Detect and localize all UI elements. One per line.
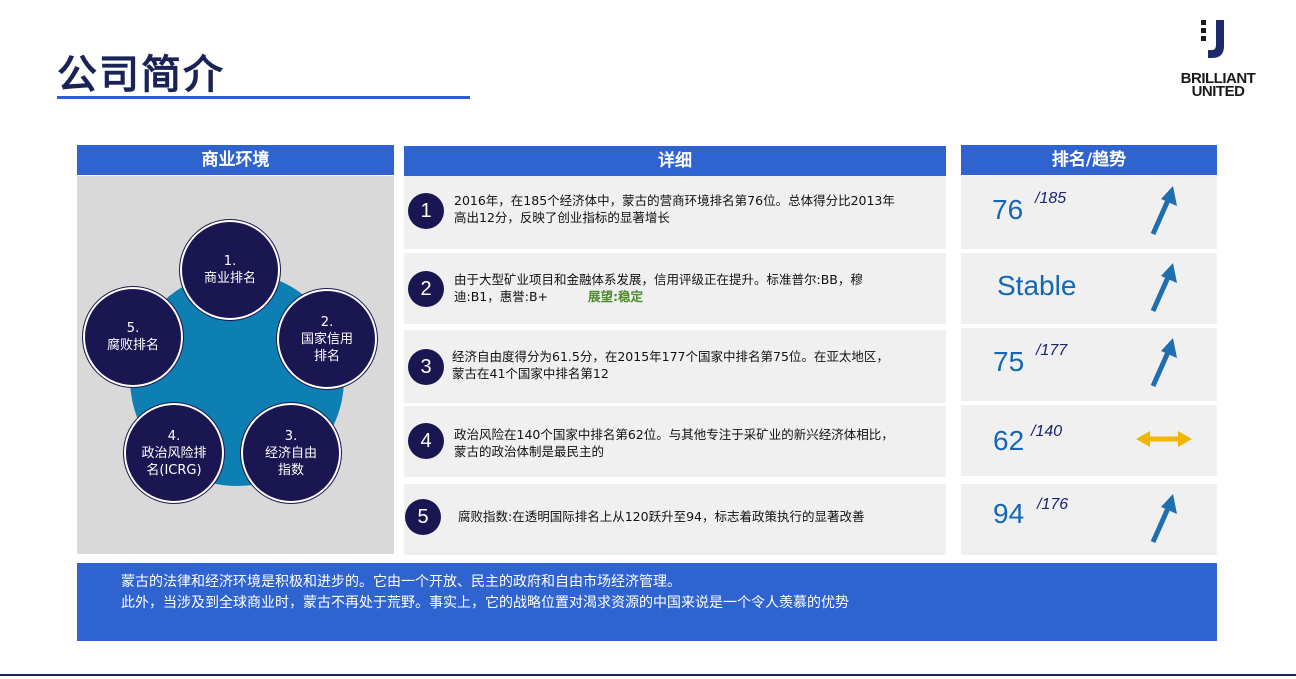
header-detail: 详细 bbox=[404, 146, 946, 176]
row-number: 4 bbox=[408, 423, 444, 459]
cycle-item-2: 2. 国家信用 排名 bbox=[277, 289, 377, 389]
logo-mark-icon bbox=[1201, 20, 1224, 58]
row-text: 由于大型矿业项目和金融体系发展，信用评级正在提升。标准普尔:BB，穆 迪:B1，… bbox=[454, 272, 863, 304]
trend-flat-icon bbox=[1136, 431, 1192, 447]
outlook-stable: 展望:稳定 bbox=[588, 289, 644, 304]
detail-row-5: 5 腐败指数:在透明国际排名上从120跃升至94，标志着政策执行的显著改善 bbox=[404, 484, 946, 555]
row-text: 政治风险在140个国家中排名第62位。与其他专注于采矿业的新兴经济体相比， 蒙古的… bbox=[454, 427, 894, 459]
trend-up-icon bbox=[1150, 338, 1177, 388]
logo-line2: UNITED bbox=[1191, 83, 1245, 100]
rank-denominator: /176 bbox=[1037, 496, 1069, 513]
detail-row-1: 1 2016年，在185个经济体中，蒙古的营商环境排名第76位。总体得分比201… bbox=[404, 176, 946, 249]
rank-cell-3: 75 /177 bbox=[961, 328, 1217, 401]
trend-up-icon bbox=[1150, 186, 1177, 236]
rank-value: 94 bbox=[993, 498, 1025, 529]
detail-row-2: 2 由于大型矿业项目和金融体系发展，信用评级正在提升。标准普尔:BB，穆 迪:B… bbox=[404, 253, 946, 324]
row-text: 经济自由度得分为61.5分，在2015年177个国家中排名第75位。在亚太地区，… bbox=[452, 349, 889, 381]
row-number: 2 bbox=[408, 271, 444, 307]
rank-cell-1: 76 /185 bbox=[961, 176, 1217, 249]
trend-up-icon bbox=[1150, 494, 1177, 544]
header-env: 商业环境 bbox=[77, 145, 394, 175]
row-number: 3 bbox=[408, 349, 444, 385]
trend-up-icon bbox=[1150, 263, 1177, 313]
cycle-item-1: 1. 商业排名 bbox=[180, 220, 280, 320]
detail-row-3: 3 经济自由度得分为61.5分，在2015年177个国家中排名第75位。在亚太地… bbox=[404, 330, 946, 403]
summary-line-2: 此外，当涉及到全球商业时，蒙古不再处于荒野。事实上，它的战略位置对渴求资源的中国… bbox=[121, 595, 849, 611]
rank-value: 75 bbox=[993, 346, 1025, 377]
header-rank: 排名/趋势 bbox=[961, 145, 1217, 175]
title-underline bbox=[57, 96, 470, 99]
row-text: 腐败指数:在透明国际排名上从120跃升至94，标志着政策执行的显著改善 bbox=[458, 509, 865, 524]
cycle-item-5: 5. 腐败排名 bbox=[83, 287, 183, 387]
business-env-diagram: 1. 商业排名 2. 国家信用 排名 3. 经济自由 指数 4. 政治风险排 名(ICRG) … bbox=[77, 176, 394, 554]
rank-denominator: /140 bbox=[1031, 423, 1063, 440]
row-number: 5 bbox=[405, 499, 441, 535]
cycle-item-3: 3. 经济自由 指数 bbox=[241, 403, 341, 503]
rank-value: Stable bbox=[997, 270, 1077, 301]
detail-row-4: 4 政治风险在140个国家中排名第62位。与其他专注于采矿业的新兴经济体相比，蒙… bbox=[404, 406, 946, 477]
row-text: 2016年，在185个经济体中，蒙古的营商环境排名第76位。总体得分比2013年… bbox=[454, 193, 895, 225]
summary-line-1: 蒙古的法律和经济环境是积极和进步的。它由一个开放、民主的政府和自由市场经济管理。 bbox=[121, 574, 681, 590]
rank-value: 76 bbox=[992, 194, 1024, 225]
rank-cell-2: Stable bbox=[961, 253, 1217, 324]
rank-denominator: /185 bbox=[1035, 190, 1067, 207]
page-title: 公司简介 bbox=[57, 52, 225, 98]
brilliant-united-logo: BRILLIANT UNITED bbox=[1170, 18, 1266, 100]
bottom-divider bbox=[0, 674, 1296, 676]
rank-denominator: /177 bbox=[1036, 342, 1068, 359]
rank-cell-5: 94 /176 bbox=[961, 484, 1217, 555]
rank-value: 62 bbox=[993, 425, 1025, 456]
summary-box: 蒙古的法律和经济环境是积极和进步的。它由一个开放、民主的政府和自由市场经济管理。… bbox=[77, 563, 1217, 641]
rank-cell-4: 62 /140 bbox=[961, 405, 1217, 476]
row-number: 1 bbox=[408, 193, 444, 229]
cycle-item-4: 4. 政治风险排 名(ICRG) bbox=[124, 403, 224, 503]
